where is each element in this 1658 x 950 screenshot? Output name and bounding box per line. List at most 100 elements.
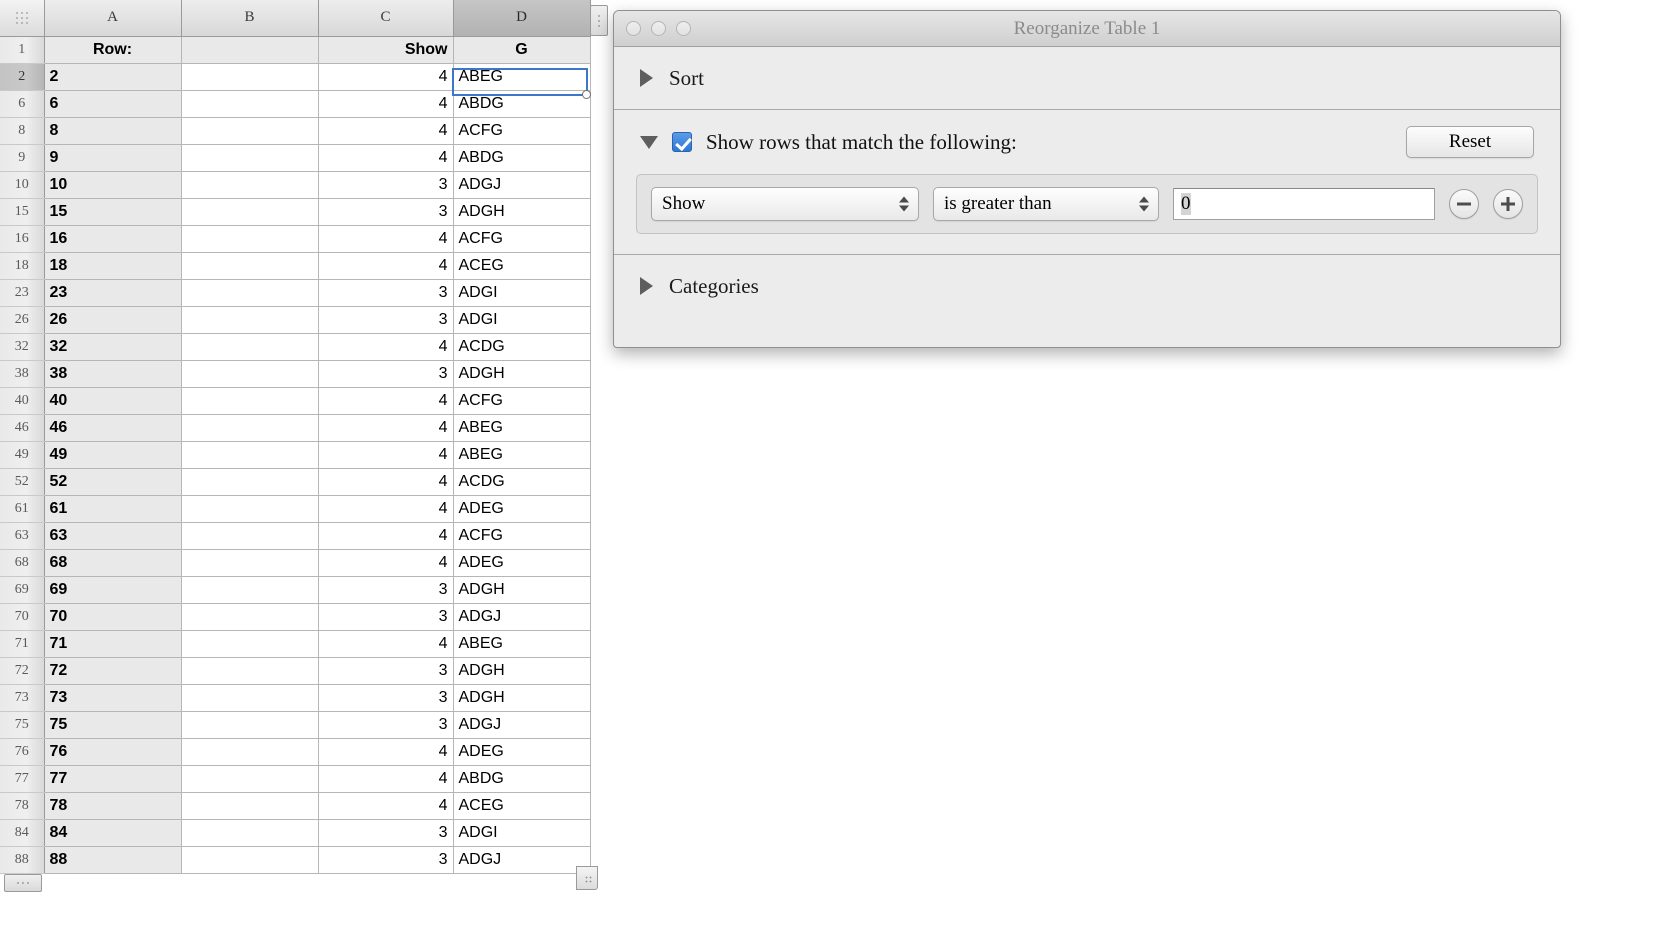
row-header[interactable]: 72 (0, 657, 45, 685)
cell-c26[interactable]: 3 (318, 306, 454, 334)
cell-d9[interactable]: ABDG (453, 144, 591, 172)
minimize-button[interactable] (651, 21, 666, 36)
cell-c84[interactable]: 3 (318, 819, 454, 847)
categories-section-header[interactable]: Categories (614, 255, 1560, 317)
row-header[interactable]: 84 (0, 819, 45, 847)
cell-b63[interactable] (181, 522, 319, 550)
cell-c63[interactable]: 4 (318, 522, 454, 550)
row-header[interactable]: 32 (0, 333, 45, 361)
cell-d69[interactable]: ADGH (453, 576, 591, 604)
cell-d71[interactable]: ABEG (453, 630, 591, 658)
remove-rule-button[interactable] (1449, 189, 1479, 219)
cell-c78[interactable]: 4 (318, 792, 454, 820)
cell-b72[interactable] (181, 657, 319, 685)
cell-c49[interactable]: 4 (318, 441, 454, 469)
row-end-handle[interactable] (4, 874, 42, 892)
row-header[interactable]: 52 (0, 468, 45, 496)
sort-section-header[interactable]: Sort (614, 47, 1560, 109)
cell-a71[interactable]: 71 (44, 630, 182, 658)
cell-d73[interactable]: ADGH (453, 684, 591, 712)
cell-d52[interactable]: ACDG (453, 468, 591, 496)
cell-b77[interactable] (181, 765, 319, 793)
row-header[interactable]: 9 (0, 144, 45, 172)
cell-a70[interactable]: 70 (44, 603, 182, 631)
row-header[interactable]: 2 (0, 63, 45, 91)
row-header[interactable]: 49 (0, 441, 45, 469)
row-header[interactable]: 23 (0, 279, 45, 307)
cell-d68[interactable]: ADEG (453, 549, 591, 577)
header-cell-d[interactable]: G (453, 36, 591, 64)
cell-c10[interactable]: 3 (318, 171, 454, 199)
cell-d76[interactable]: ADEG (453, 738, 591, 766)
row-header[interactable]: 69 (0, 576, 45, 604)
row-header[interactable]: 8 (0, 117, 45, 145)
row-header[interactable]: 75 (0, 711, 45, 739)
cell-a18[interactable]: 18 (44, 252, 182, 280)
cell-d78[interactable]: ACEG (453, 792, 591, 820)
row-header[interactable]: 78 (0, 792, 45, 820)
column-header-d[interactable]: D (453, 0, 591, 37)
cell-a26[interactable]: 26 (44, 306, 182, 334)
cell-b23[interactable] (181, 279, 319, 307)
row-header[interactable]: 68 (0, 549, 45, 577)
row-header[interactable]: 10 (0, 171, 45, 199)
cell-d77[interactable]: ABDG (453, 765, 591, 793)
selection-fill-handle[interactable] (582, 90, 591, 99)
row-header[interactable]: 46 (0, 414, 45, 442)
cell-c73[interactable]: 3 (318, 684, 454, 712)
cell-d40[interactable]: ACFG (453, 387, 591, 415)
cell-c18[interactable]: 4 (318, 252, 454, 280)
cell-a84[interactable]: 84 (44, 819, 182, 847)
filter-condition-popup[interactable]: is greater than (933, 187, 1159, 221)
cell-b76[interactable] (181, 738, 319, 766)
cell-d38[interactable]: ADGH (453, 360, 591, 388)
column-header-a[interactable]: A (44, 0, 182, 37)
cell-c40[interactable]: 4 (318, 387, 454, 415)
cell-a10[interactable]: 10 (44, 171, 182, 199)
row-header[interactable]: 15 (0, 198, 45, 226)
cell-b69[interactable] (181, 576, 319, 604)
cell-b61[interactable] (181, 495, 319, 523)
cell-d16[interactable]: ACFG (453, 225, 591, 253)
cell-c77[interactable]: 4 (318, 765, 454, 793)
row-header[interactable]: 63 (0, 522, 45, 550)
cell-b52[interactable] (181, 468, 319, 496)
disclosure-triangle-icon[interactable] (640, 277, 653, 295)
cell-c8[interactable]: 4 (318, 117, 454, 145)
cell-a76[interactable]: 76 (44, 738, 182, 766)
cell-d32[interactable]: ACDG (453, 333, 591, 361)
cell-b10[interactable] (181, 171, 319, 199)
cell-a9[interactable]: 9 (44, 144, 182, 172)
cell-c76[interactable]: 4 (318, 738, 454, 766)
row-header[interactable]: 18 (0, 252, 45, 280)
cell-c88[interactable]: 3 (318, 846, 454, 874)
filter-field-popup[interactable]: Show (651, 187, 919, 221)
cell-b26[interactable] (181, 306, 319, 334)
cell-b6[interactable] (181, 90, 319, 118)
close-button[interactable] (626, 21, 641, 36)
cell-d49[interactable]: ABEG (453, 441, 591, 469)
cell-a15[interactable]: 15 (44, 198, 182, 226)
cell-c52[interactable]: 4 (318, 468, 454, 496)
cell-b88[interactable] (181, 846, 319, 874)
cell-d88[interactable]: ADGJ (453, 846, 591, 874)
cell-d8[interactable]: ACFG (453, 117, 591, 145)
disclosure-triangle-icon[interactable] (640, 135, 658, 149)
cell-c61[interactable]: 4 (318, 495, 454, 523)
cell-c32[interactable]: 4 (318, 333, 454, 361)
cell-b18[interactable] (181, 252, 319, 280)
row-header[interactable]: 76 (0, 738, 45, 766)
cell-d23[interactable]: ADGI (453, 279, 591, 307)
column-header-b[interactable]: B (181, 0, 319, 37)
cell-a6[interactable]: 6 (44, 90, 182, 118)
cell-c38[interactable]: 3 (318, 360, 454, 388)
row-header[interactable]: 88 (0, 846, 45, 874)
cell-a63[interactable]: 63 (44, 522, 182, 550)
row-header[interactable]: 38 (0, 360, 45, 388)
zoom-button[interactable] (676, 21, 691, 36)
cell-a77[interactable]: 77 (44, 765, 182, 793)
cell-a2[interactable]: 2 (44, 63, 182, 91)
cell-b46[interactable] (181, 414, 319, 442)
cell-c68[interactable]: 4 (318, 549, 454, 577)
cell-c71[interactable]: 4 (318, 630, 454, 658)
